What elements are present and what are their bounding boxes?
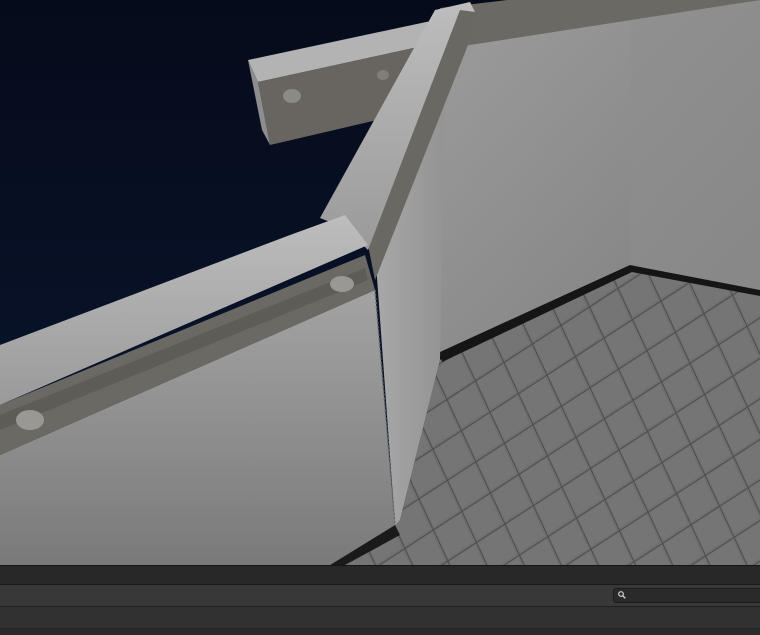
scene-render [0, 0, 760, 565]
bottom-panel [0, 565, 760, 635]
back-wall-corner [630, 0, 760, 290]
scene-viewport[interactable] [0, 0, 760, 565]
beam-bolt [377, 70, 389, 80]
beam-bolt [283, 89, 301, 103]
search-icon [618, 591, 626, 599]
panel-toolbar [0, 585, 760, 607]
panel-footer [0, 629, 760, 635]
search-field[interactable] [613, 588, 760, 603]
rail-bolt [330, 276, 354, 292]
rail-bolt [16, 410, 44, 430]
search-input[interactable] [628, 589, 760, 602]
panel-tab-bar [0, 565, 760, 585]
panel-content [0, 607, 760, 629]
